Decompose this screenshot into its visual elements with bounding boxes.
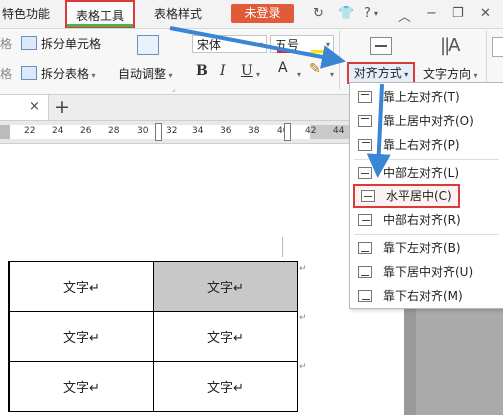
align-bottom-right-icon: [358, 290, 372, 302]
align-middle-right-icon: [358, 214, 372, 226]
menu-bar: 特色功能 表格工具 表格样式 未登录 ↻ 👕 ? ▾ ︿ − ❐ ✕: [0, 0, 503, 29]
highlight-swatch: [311, 50, 325, 53]
ribbon-left-cut-2: 格: [0, 67, 13, 81]
minimize-icon[interactable]: −: [426, 6, 437, 21]
ruler-tick: 34: [192, 126, 204, 136]
ruler-tick: 38: [248, 126, 260, 136]
menu-item-center-center[interactable]: 水平居中(C): [353, 184, 460, 208]
text-direction-button[interactable]: 文字方向 ▾: [423, 65, 478, 82]
alignment-menu: 靠上左对齐(T) 靠上居中对齐(O) 靠上右对齐(P) 中部左对齐(L) 水平居…: [349, 82, 503, 309]
align-top-center-icon: [358, 115, 372, 127]
alignment-button[interactable]: 对齐方式 ▾: [347, 62, 415, 84]
row-end-mark: ↵: [299, 362, 307, 372]
highlight-icon[interactable]: ✎: [309, 61, 321, 77]
table-cell[interactable]: 文字↵: [153, 311, 298, 362]
ruler-tick: 30: [137, 126, 149, 136]
column-marker-handle[interactable]: [155, 123, 162, 141]
table-cell[interactable]: 文字↵: [153, 361, 298, 412]
split-cells-icon: [21, 36, 37, 50]
split-cells-button[interactable]: 拆分单元格: [21, 35, 101, 52]
active-tab-indicator: [67, 24, 133, 27]
ruler-tick: 24: [52, 126, 64, 136]
close-window-icon[interactable]: ✕: [480, 6, 491, 21]
tab-special-features[interactable]: 特色功能: [2, 0, 50, 28]
menu-item-middle-left[interactable]: 中部左对齐(L): [350, 161, 502, 185]
underline-button[interactable]: U: [241, 63, 253, 79]
login-button[interactable]: 未登录: [231, 4, 294, 23]
chevron-down-icon: ▾: [325, 40, 330, 49]
table-cell[interactable]: 文字↵: [9, 361, 154, 412]
shirt-icon[interactable]: 👕: [338, 6, 354, 21]
ruler-tick: 26: [80, 126, 92, 136]
table-cell[interactable]: 文字↵: [9, 261, 154, 312]
chevron-down-icon: ▾: [258, 40, 263, 49]
tab-table-style[interactable]: 表格样式: [154, 0, 202, 28]
font-color-swatch: [277, 50, 291, 53]
font-color-button[interactable]: A: [278, 60, 288, 76]
column-marker-handle[interactable]: [284, 123, 291, 141]
ruler-tick: 36: [220, 126, 232, 136]
page-margin-guide: [282, 237, 283, 257]
close-icon[interactable]: ×: [29, 99, 40, 114]
ruler-tick: 32: [166, 126, 178, 136]
menu-item-bottom-right[interactable]: 靠下右对齐(M): [350, 284, 502, 308]
font-color-dropdown-icon[interactable]: ▾: [297, 70, 301, 79]
ruler-left-margin: [0, 125, 10, 139]
row-end-mark: ↵: [299, 313, 307, 323]
split-table-button[interactable]: 拆分表格 ▾: [21, 65, 96, 82]
align-middle-left-icon: [358, 167, 372, 179]
table-cell[interactable]: 文字↵: [9, 311, 154, 362]
menu-item-bottom-center[interactable]: 靠下居中对齐(U): [350, 260, 502, 284]
document-table[interactable]: 文字↵ 文字↵ 文字↵ 文字↵ 文字↵ 文字↵: [8, 261, 298, 412]
table-row: 文字↵ 文字↵: [8, 311, 298, 362]
font-name-select[interactable]: 宋体 ▾: [192, 35, 267, 53]
menu-item-bottom-left[interactable]: 靠下左对齐(B): [350, 236, 502, 260]
split-table-icon: [21, 66, 37, 80]
autofit-icon: [137, 35, 159, 55]
table-row: 文字↵ 文字↵: [8, 261, 298, 312]
italic-button[interactable]: I: [220, 63, 226, 79]
ruler-tick: 42: [305, 126, 317, 136]
bold-button[interactable]: B: [196, 63, 208, 79]
collapse-ribbon-icon[interactable]: ︿: [398, 6, 411, 25]
ribbon-divider: [339, 31, 340, 89]
menu-item-middle-right[interactable]: 中部右对齐(R): [350, 208, 502, 232]
help-dropdown-icon[interactable]: ▾: [374, 9, 378, 18]
document-tab[interactable]: ×: [0, 95, 49, 120]
menu-item-top-right[interactable]: 靠上右对齐(P): [350, 133, 502, 157]
row-end-mark: ↵: [299, 264, 307, 274]
menu-separator: [354, 159, 499, 160]
menu-item-top-left[interactable]: 靠上左对齐(T): [350, 85, 502, 109]
restore-icon[interactable]: ❐: [452, 6, 464, 21]
align-center-icon: [370, 37, 392, 55]
ruler-tick: 22: [24, 126, 36, 136]
menu-separator: [354, 234, 499, 235]
refresh-icon[interactable]: ↻: [313, 6, 324, 21]
highlight-dropdown-icon[interactable]: ▾: [330, 70, 334, 79]
autofit-button[interactable]: 自动调整 ▾: [118, 65, 173, 82]
align-bottom-center-icon: [358, 266, 372, 278]
menu-item-top-center[interactable]: 靠上居中对齐(O): [350, 109, 502, 133]
ribbon-left-cut-1: 格: [0, 37, 13, 51]
new-tab-icon[interactable]: +: [54, 96, 70, 118]
align-bottom-left-icon: [358, 242, 372, 254]
help-icon[interactable]: ?: [364, 6, 371, 21]
ruler-tick: 28: [108, 126, 120, 136]
dialog-launcher-icon[interactable]: ⌟: [172, 85, 175, 93]
table-row: 文字↵ 文字↵: [8, 361, 298, 412]
underline-dropdown-icon[interactable]: ▾: [256, 70, 260, 79]
ruler-tick: 44: [333, 126, 345, 136]
partial-ribbon-icon: [492, 37, 503, 57]
ribbon-divider: [486, 31, 487, 89]
align-center-center-icon: [361, 190, 375, 202]
align-top-right-icon: [358, 139, 372, 151]
align-top-left-icon: [358, 91, 372, 103]
text-direction-icon: ||A: [440, 35, 461, 56]
table-cell-selected[interactable]: 文字↵: [153, 261, 298, 312]
